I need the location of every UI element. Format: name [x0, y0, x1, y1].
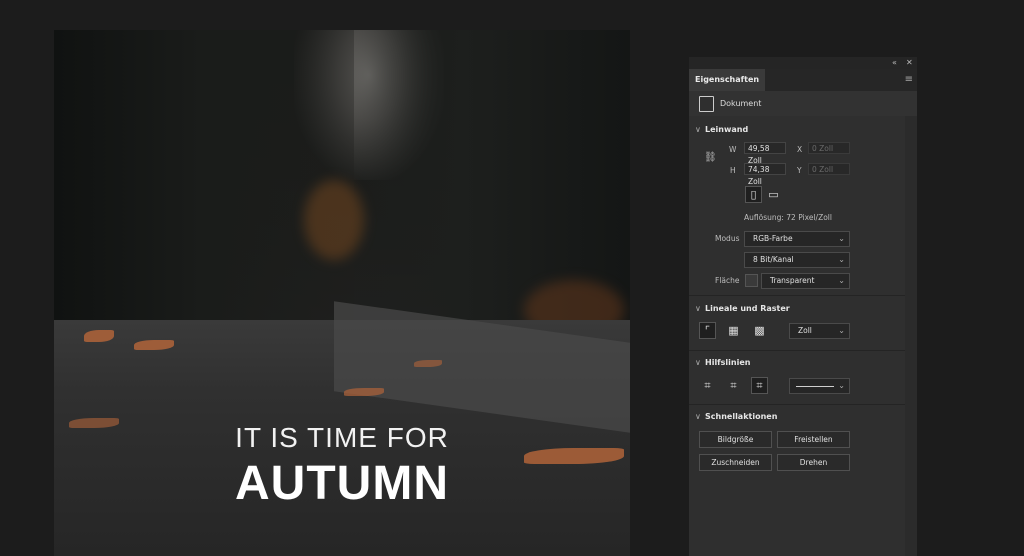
resolution-text: Auflösung: 72 Pixel/Zoll: [744, 213, 832, 222]
fill-value: Transparent: [770, 276, 815, 285]
bit-depth-select[interactable]: 8 Bit/Kanal ⌄: [744, 252, 850, 268]
line-style-preview: [796, 386, 834, 387]
chevron-down-icon: ∨: [695, 304, 701, 313]
link-icon[interactable]: ⛓: [704, 152, 717, 163]
leaf: [134, 340, 174, 350]
y-label: Y: [797, 166, 802, 175]
section-title-rulers: Lineale und Raster: [705, 304, 790, 313]
document-row: Dokument: [689, 91, 917, 116]
y-field[interactable]: 0 Zoll: [808, 163, 850, 175]
foliage: [304, 180, 364, 260]
smart-guides-icon[interactable]: ⌗: [751, 377, 768, 394]
section-header-canvas[interactable]: ∨ Leinwand: [695, 125, 748, 134]
rotate-button[interactable]: Drehen: [777, 454, 850, 471]
width-label: W: [729, 145, 737, 154]
panel-topbar: « ✕: [689, 57, 917, 69]
width-field[interactable]: 49,58 Zoll: [744, 142, 786, 165]
leaf: [344, 388, 384, 396]
section-header-quick-actions[interactable]: ∨ Schnellaktionen: [695, 412, 777, 421]
crop-button[interactable]: Freistellen: [777, 431, 850, 448]
chevron-down-icon: ∨: [695, 412, 701, 421]
artwork-line1: IT IS TIME FOR: [235, 422, 449, 453]
fill-label: Fläche: [715, 276, 740, 285]
panel-tabbar: Eigenschaften ≡: [689, 69, 917, 91]
properties-panel: « ✕ Eigenschaften ≡ Dokument ∨ Leinwand ⛓…: [689, 57, 917, 556]
chevron-down-icon: ⌄: [838, 326, 845, 335]
portrait-orientation-icon[interactable]: ▯: [745, 186, 762, 203]
section-title-canvas: Leinwand: [705, 125, 749, 134]
artwork-line2: AUTUMN: [235, 457, 449, 510]
document-icon: [699, 96, 714, 112]
section-header-rulers[interactable]: ∨ Lineale und Raster: [695, 304, 790, 313]
chevron-down-icon: ⌄: [838, 381, 845, 390]
leaf: [84, 330, 114, 342]
chevron-down-icon: ⌄: [838, 234, 845, 243]
height-field[interactable]: 74,38 Zoll: [744, 163, 786, 186]
mode-value: RGB-Farbe: [753, 234, 793, 243]
section-header-guides[interactable]: ∨ Hilfslinien: [695, 358, 750, 367]
pixel-grid-icon[interactable]: ▩: [751, 322, 768, 339]
x-field[interactable]: 0 Zoll: [808, 142, 850, 154]
chevron-down-icon: ∨: [695, 125, 701, 134]
grid-icon[interactable]: ▦: [725, 322, 742, 339]
chevron-down-icon: ∨: [695, 358, 701, 367]
guides-icon[interactable]: ⌗: [699, 377, 716, 394]
section-title-quick-actions: Schnellaktionen: [705, 412, 778, 421]
tab-eigenschaften[interactable]: Eigenschaften: [689, 69, 766, 91]
divider: [689, 295, 917, 296]
unit-value: Zoll: [798, 326, 812, 335]
lock-guides-icon[interactable]: ⌗: [725, 377, 742, 394]
panel-scrollbar[interactable]: [905, 116, 917, 556]
fill-swatch[interactable]: [745, 274, 758, 287]
document-canvas[interactable]: IT IS TIME FOR AUTUMN: [54, 30, 630, 556]
trim-button[interactable]: Zuschneiden: [699, 454, 772, 471]
chevron-down-icon: ⌄: [838, 255, 845, 264]
divider: [689, 404, 917, 405]
fill-select[interactable]: Transparent ⌄: [761, 273, 850, 289]
landscape-orientation-icon[interactable]: ▭: [765, 186, 782, 203]
unit-select[interactable]: Zoll ⌄: [789, 323, 850, 339]
hamburger-icon[interactable]: ≡: [905, 74, 913, 85]
rulers-icon[interactable]: ⌜: [699, 322, 716, 339]
section-title-guides: Hilfslinien: [705, 358, 751, 367]
image-size-button[interactable]: Bildgröße: [699, 431, 772, 448]
chevron-down-icon: ⌄: [838, 276, 845, 285]
leaf: [414, 360, 442, 367]
guide-style-select[interactable]: ⌄: [789, 378, 850, 394]
bit-depth-value: 8 Bit/Kanal: [753, 255, 794, 264]
double-chevron-icon[interactable]: «: [892, 58, 897, 67]
close-icon[interactable]: ✕: [906, 58, 913, 67]
document-label: Dokument: [720, 99, 762, 108]
x-label: X: [797, 145, 803, 154]
divider: [689, 350, 917, 351]
height-label: H: [730, 166, 736, 175]
mode-select[interactable]: RGB-Farbe ⌄: [744, 231, 850, 247]
mode-label: Modus: [715, 234, 740, 243]
